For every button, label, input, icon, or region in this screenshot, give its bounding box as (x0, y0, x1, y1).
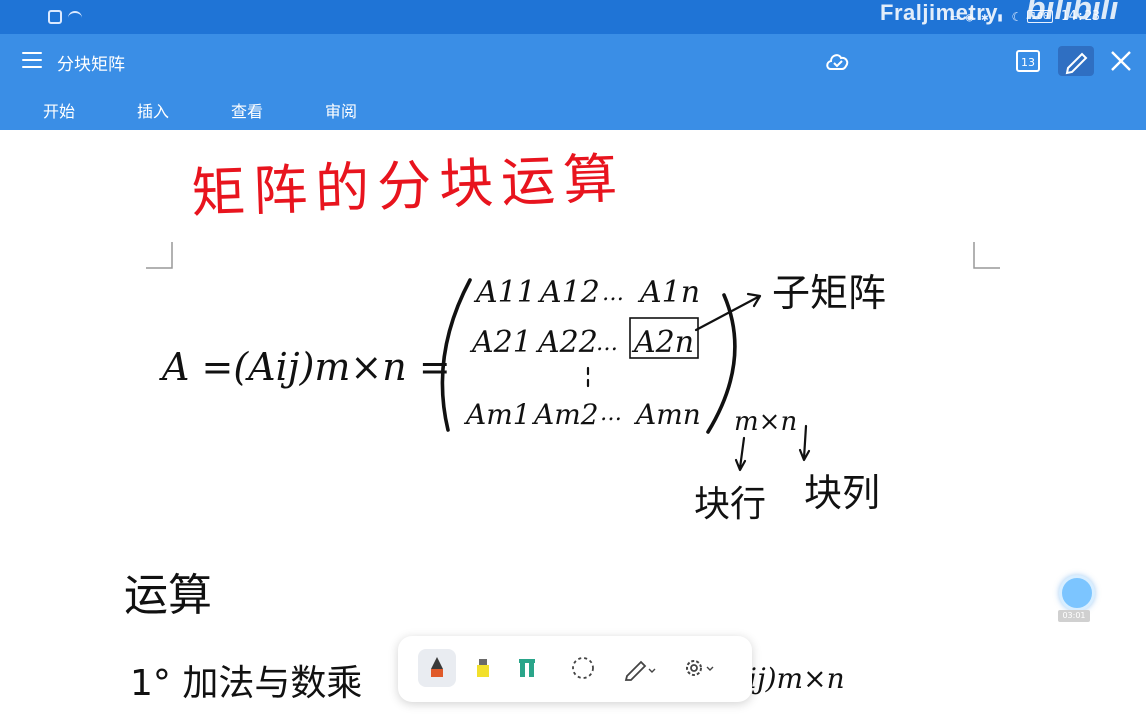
entry-am2: Am2 (531, 398, 599, 431)
cloud-sync-icon[interactable] (824, 50, 852, 72)
ops-heading: 运算 (124, 570, 212, 621)
margin-corner-left (146, 242, 173, 269)
floating-ball-label: 03:01 (1058, 610, 1090, 622)
tab-insert[interactable]: 插入 (137, 98, 169, 122)
entry-a21: A21 (469, 325, 532, 360)
item-1: 1° 加法与数乘 (130, 663, 362, 704)
entry-dots-1: … (602, 281, 624, 306)
entry-a2n: A2n (631, 325, 694, 360)
lasso-icon (572, 657, 594, 679)
marker-tool-button[interactable] (508, 649, 546, 687)
settings-tool-button[interactable] (680, 649, 718, 687)
pen-tool-icon (431, 657, 443, 677)
submatrix-label: 子矩阵 (772, 271, 886, 315)
document-title: 分块矩阵 (57, 55, 125, 74)
highlighter-icon (477, 659, 489, 677)
entry-a11: A11 (473, 275, 536, 310)
pen-toolbar (398, 636, 752, 702)
app-bar: ▭ ◉ ✱ ▮ ☾ 100 14:23 分块矩阵 13 开始 插入 查看 审阅 (0, 0, 1146, 130)
bilibili-logo: bilibili (1026, 0, 1119, 26)
submatrix-arrow (694, 292, 762, 332)
close-icon[interactable] (1108, 48, 1134, 74)
app-notification-icon (48, 10, 62, 24)
pen-icon (1065, 52, 1088, 75)
menu-icon[interactable] (22, 52, 42, 68)
pencil-icon (624, 660, 656, 681)
gear-icon (686, 660, 714, 676)
note-heading: 矩阵的分块运算 (190, 147, 626, 225)
pencil-options-button[interactable] (620, 649, 658, 687)
matrix-lhs: A =(Aij)m×n = (159, 345, 451, 389)
moon-icon: ☾ (1011, 9, 1019, 24)
tab-review[interactable]: 审阅 (325, 98, 357, 122)
entry-a22: A22 (535, 325, 598, 360)
entry-dots-3: … (600, 401, 622, 426)
page-count-badge[interactable]: 13 (1016, 50, 1040, 72)
entry-dots-2: … (596, 331, 618, 356)
block-row-label: 块行 (694, 484, 766, 525)
entry-am1: Am1 (463, 398, 531, 431)
ribbon-tabs: 开始 插入 查看 审阅 (0, 92, 600, 126)
lasso-tool-button[interactable] (564, 649, 602, 687)
pen-tool-button[interactable] (418, 649, 456, 687)
entry-a12: A12 (537, 275, 600, 310)
wifi-icon (68, 11, 82, 23)
highlighter-tool-button[interactable] (464, 649, 502, 687)
tab-view[interactable]: 查看 (231, 98, 263, 122)
marker-icon (519, 659, 535, 677)
tab-start[interactable]: 开始 (43, 98, 75, 122)
item-1-tail: ij)m×n (748, 662, 845, 695)
uploader-watermark: Fraljimetry (880, 0, 998, 25)
block-row-arrow (734, 436, 747, 472)
entry-amn: Amn (633, 398, 701, 431)
block-col-label: 块列 (804, 471, 880, 515)
entry-a1n: A1n (637, 275, 700, 310)
note-canvas[interactable]: 矩阵的分块运算 A =(Aij)m×n = A11 A12 … A1n A21 … (0, 130, 1146, 720)
status-left-icons (48, 10, 82, 24)
margin-corner-right (973, 242, 1000, 269)
block-col-arrow (798, 424, 811, 462)
pen-mode-button[interactable] (1058, 46, 1094, 76)
matrix-subscript: m×n (734, 407, 797, 437)
title-bar: 分块矩阵 13 (0, 38, 1146, 86)
floating-ball-button[interactable] (1059, 575, 1095, 611)
